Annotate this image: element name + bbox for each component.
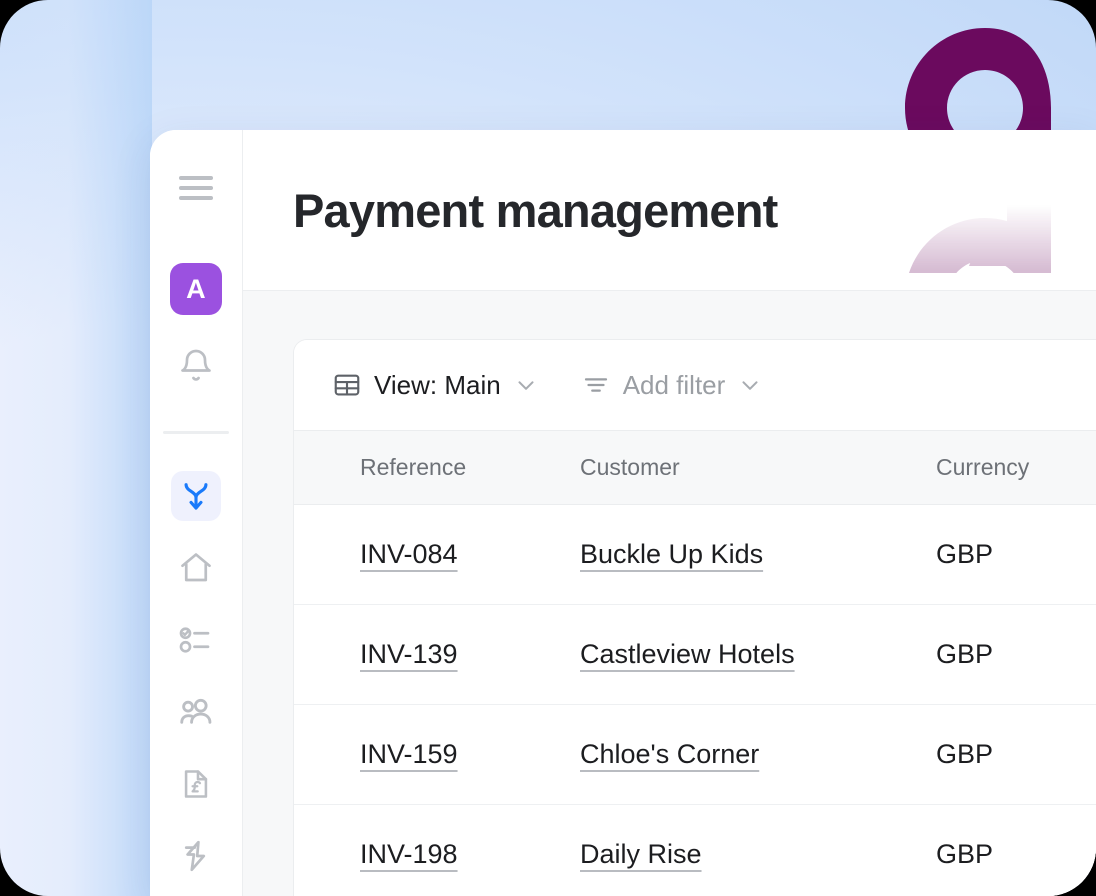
hamburger-lines	[179, 176, 213, 200]
content-area: View: Main Add filter Reference Customer…	[243, 290, 1096, 896]
cell-currency: GBP	[912, 604, 1096, 705]
reference-link[interactable]: INV-198	[360, 839, 458, 869]
people-icon	[180, 698, 212, 724]
sidebar-divider	[163, 431, 229, 434]
sidebar-nav-group	[171, 471, 221, 881]
sidebar-item-payments[interactable]	[171, 471, 221, 521]
cell-currency: GBP	[912, 504, 1096, 605]
hamburger-menu-icon[interactable]	[173, 165, 219, 211]
chevron-down-icon	[518, 381, 534, 390]
cell-reference: INV-139	[294, 604, 556, 705]
sidebar-item-customers[interactable]	[171, 687, 221, 737]
page-header: Payment management	[243, 130, 1096, 290]
sidebar-rail: A	[150, 130, 243, 896]
app-window: A Payment management View: Main Add filt…	[150, 130, 1096, 896]
sidebar-item-automations[interactable]	[171, 831, 221, 881]
customer-link[interactable]: Castleview Hotels	[580, 639, 795, 669]
column-header-reference[interactable]: Reference	[294, 430, 556, 505]
bell-icon[interactable]	[173, 343, 219, 389]
cell-reference: INV-084	[294, 504, 556, 605]
table-view-icon	[334, 374, 360, 396]
avatar-initial: A	[186, 273, 206, 304]
payments-table: Reference Customer Currency INV-084 Buck…	[294, 430, 1096, 896]
add-filter-label: Add filter	[622, 369, 726, 400]
table-row[interactable]: INV-084 Buckle Up Kids GBP	[294, 504, 1096, 605]
table-header: Reference Customer Currency	[294, 430, 1096, 505]
table-body: INV-084 Buckle Up Kids GBP INV-139 Castl…	[294, 504, 1096, 896]
avatar[interactable]: A	[170, 263, 222, 315]
table-row[interactable]: INV-159 Chloe's Corner GBP	[294, 704, 1096, 805]
invoice-pound-icon	[184, 770, 208, 798]
filter-lines-icon	[584, 378, 607, 392]
view-selector-label: View: Main	[374, 369, 501, 400]
cell-reference: INV-159	[294, 704, 556, 805]
reference-link[interactable]: INV-159	[360, 739, 458, 769]
sidebar-item-home[interactable]	[171, 543, 221, 593]
add-filter-button[interactable]: Add filter	[581, 370, 764, 401]
sidebar-item-invoices[interactable]	[171, 759, 221, 809]
checklist-icon	[179, 627, 210, 653]
table-row[interactable]: INV-198 Daily Rise GBP	[294, 804, 1096, 896]
column-header-currency[interactable]: Currency	[912, 430, 1096, 505]
cell-reference: INV-198	[294, 804, 556, 896]
payments-table-card: View: Main Add filter Reference Customer…	[293, 339, 1096, 896]
customer-link[interactable]: Buckle Up Kids	[580, 539, 763, 569]
table-toolbar: View: Main Add filter	[294, 340, 1096, 430]
cell-currency: GBP	[912, 704, 1096, 805]
customer-link[interactable]: Chloe's Corner	[580, 739, 759, 769]
page-title: Payment management	[293, 183, 778, 237]
column-header-customer[interactable]: Customer	[556, 430, 912, 505]
reference-link[interactable]: INV-139	[360, 639, 458, 669]
cell-currency: GBP	[912, 804, 1096, 896]
sidebar-item-tasks[interactable]	[171, 615, 221, 665]
main-content: Payment management View: Main Add filter…	[243, 130, 1096, 896]
view-selector[interactable]: View: Main	[332, 370, 539, 401]
reference-link[interactable]: INV-084	[360, 539, 458, 569]
cell-customer: Daily Rise	[556, 804, 912, 896]
customer-link[interactable]: Daily Rise	[580, 839, 702, 869]
cell-customer: Buckle Up Kids	[556, 504, 912, 605]
page-background: A Payment management View: Main Add filt…	[0, 0, 1096, 896]
table-header-row: Reference Customer Currency	[294, 430, 1096, 505]
table-row[interactable]: INV-139 Castleview Hotels GBP	[294, 604, 1096, 705]
cell-customer: Castleview Hotels	[556, 604, 912, 705]
merge-arrow-icon	[184, 483, 208, 510]
home-icon	[181, 553, 211, 582]
chevron-down-icon	[742, 381, 758, 390]
cell-customer: Chloe's Corner	[556, 704, 912, 805]
lightning-icon	[184, 840, 206, 872]
